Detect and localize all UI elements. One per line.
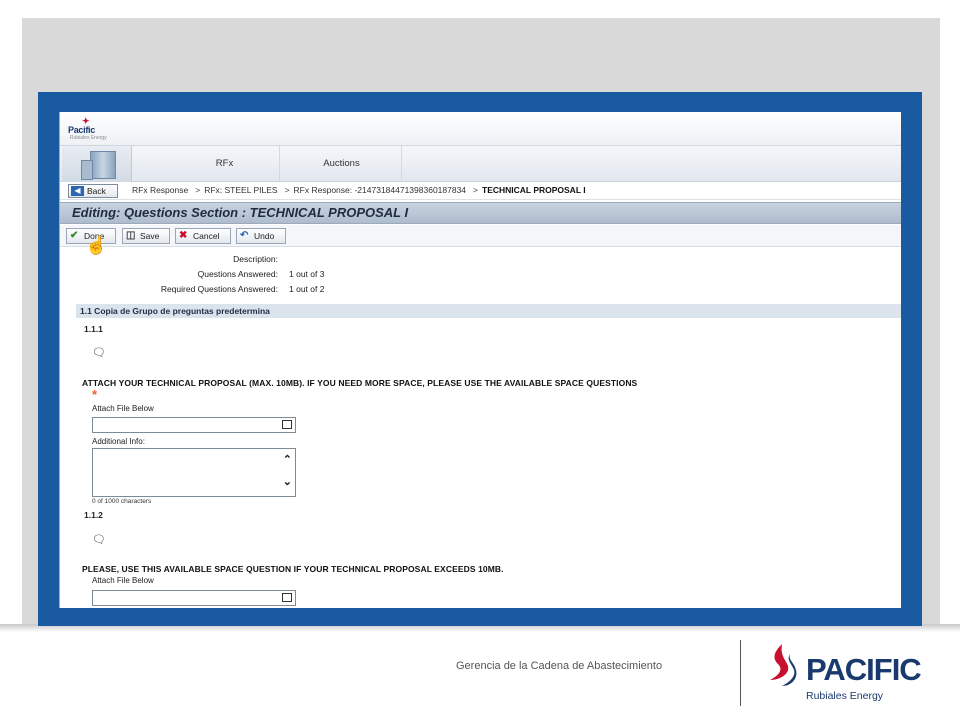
browse-icon[interactable] xyxy=(282,420,292,429)
attach-file-label: Attach File Below xyxy=(92,404,154,413)
description-label: Description: xyxy=(233,254,278,264)
breadcrumb-current: TECHNICAL PROPOSAL I xyxy=(482,185,586,195)
save-button[interactable]: ◫ Save xyxy=(122,228,170,244)
question-number: 1.1.1 xyxy=(84,324,103,334)
summary-row: Required Questions Answered: 1 out of 2 xyxy=(60,282,901,297)
home-tab[interactable] xyxy=(62,146,132,182)
footer-caption: Gerencia de la Cadena de Abastecimiento xyxy=(456,660,663,672)
questions-answered-label: Questions Answered: xyxy=(197,269,278,279)
comment-icon[interactable]: 🗨 xyxy=(92,346,106,359)
tab-rfx[interactable]: RFx xyxy=(170,146,280,182)
back-arrow-icon: ◀ xyxy=(71,186,84,196)
hand-cursor-icon: ☝ xyxy=(85,235,108,255)
section-header: 1.1 Copia de Grupo de preguntas predeter… xyxy=(76,304,901,318)
required-answered-label: Required Questions Answered: xyxy=(160,284,278,294)
chevron-right-icon: > xyxy=(195,185,201,195)
breadcrumb-trail: RFx Response > RFx: STEEL PILES > RFx Respon… xyxy=(132,185,589,195)
summary-row: Description: xyxy=(60,252,901,267)
cancel-button-label: Cancel xyxy=(193,231,220,241)
logo-wordmark: PACIFIC xyxy=(806,652,922,687)
cancel-button[interactable]: ✖ Cancel xyxy=(175,228,231,244)
logo-subtitle: Rubiales Energy xyxy=(806,690,884,702)
question-text: ATTACH YOUR TECHNICAL PROPOSAL (MAX. 10M… xyxy=(82,378,638,388)
breadcrumb-item-rfx-response-id[interactable]: RFx Response: -2147318447139836018783​4 xyxy=(294,185,467,195)
checkmark-icon: ✔ xyxy=(70,230,79,241)
breadcrumb-item-rfx[interactable]: RFx: STEEL PILES xyxy=(204,185,277,195)
close-icon: ✖ xyxy=(179,230,188,241)
summary-row: Questions Answered: 1 out of 3 xyxy=(60,267,901,282)
flame-logo-icon xyxy=(770,644,797,686)
undo-icon: ↶ xyxy=(240,230,249,241)
app-header: ✦ Pacific Rubiales Energy xyxy=(60,112,901,146)
app-screen: ✦ Pacific Rubiales Energy RFx Auctions ◀… xyxy=(59,112,901,608)
app-logo-word: Pacific xyxy=(68,125,95,135)
breadcrumb: ◀ Back RFx Response > RFx: STEEL PILES > RFx… xyxy=(60,182,901,200)
company-logo: PACIFIC Rubiales Energy xyxy=(764,642,924,708)
attach-file-input[interactable] xyxy=(92,417,296,433)
save-button-label: Save xyxy=(140,231,160,241)
scroll-down-icon[interactable]: ⌄ xyxy=(283,475,292,488)
questions-answered-value: 1 out of 3 xyxy=(289,269,325,279)
attach-file-label: Attach File Below xyxy=(92,576,154,585)
additional-info-label: Additional Info: xyxy=(92,437,145,446)
toolbar: ✔ Done ◫ Save ✖ Cancel ↶ Undo xyxy=(60,225,901,247)
comment-icon[interactable]: 🗨 xyxy=(92,533,106,546)
floppy-disk-icon: ◫ xyxy=(126,230,136,241)
scroll-up-icon[interactable]: ⌃ xyxy=(283,453,292,466)
back-button-label: Back xyxy=(87,186,106,196)
question-number: 1.1.2 xyxy=(84,510,103,520)
questions-summary: Description: Questions Answered: 1 out o… xyxy=(60,252,901,297)
building-icon xyxy=(81,151,116,180)
required-answered-value: 1 out of 2 xyxy=(289,284,325,294)
breadcrumb-item-rfx-response[interactable]: RFx Response xyxy=(132,185,188,195)
page-title-bar: Editing: Questions Section : TECHNICAL P… xyxy=(60,202,901,224)
tab-auctions[interactable]: Auctions xyxy=(282,146,402,182)
attach-file-input[interactable] xyxy=(92,590,296,606)
page-title: Editing: Questions Section : TECHNICAL P… xyxy=(72,205,409,220)
browse-icon[interactable] xyxy=(282,593,292,602)
chevron-right-icon: > xyxy=(473,185,478,195)
additional-info-textarea[interactable]: ⌃ ⌄ xyxy=(92,448,296,497)
question-text: PLEASE, USE THIS AVAILABLE SPACE QUESTIO… xyxy=(82,564,504,574)
character-counter: 0 of 1000 characters xyxy=(92,498,152,505)
undo-button[interactable]: ↶ Undo xyxy=(236,228,286,244)
nav-bar: RFx Auctions xyxy=(60,146,901,182)
chevron-right-icon: > xyxy=(284,185,290,195)
app-logo: ✦ Pacific Rubiales Energy xyxy=(68,116,116,142)
required-marker: * xyxy=(92,387,98,402)
footer-divider xyxy=(740,640,741,706)
undo-button-label: Undo xyxy=(254,231,275,241)
back-button[interactable]: ◀ Back xyxy=(68,184,118,198)
app-logo-sub: Rubiales Energy xyxy=(70,135,107,141)
